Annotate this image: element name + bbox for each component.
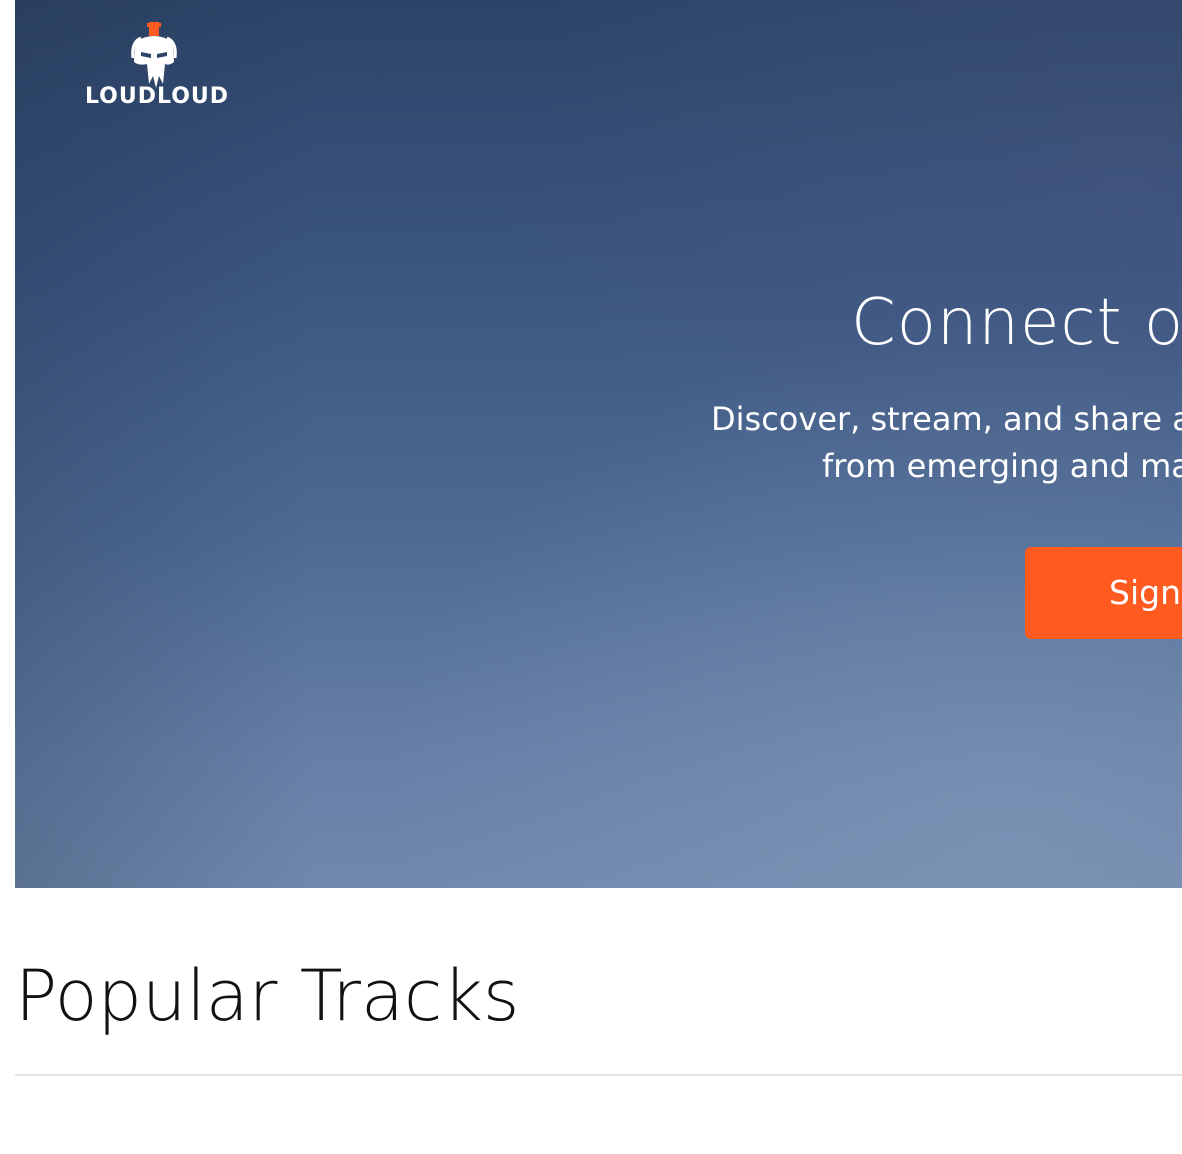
section-title: Popular Tracks (15, 955, 520, 1037)
site-logo[interactable]: LOUDLOUD (77, 20, 237, 112)
hero-banner: LOUDLOUD Connect o Discover, stream, and… (15, 0, 1182, 888)
section-divider (15, 1074, 1182, 1076)
hero-subtitle-line-1: Discover, stream, and share a (711, 400, 1182, 438)
hero-shade (15, 0, 315, 888)
hero-title: Connect o (851, 286, 1182, 360)
spartan-helmet-icon (131, 22, 177, 88)
hero-subtitle-line-2: from emerging and ma (822, 447, 1182, 485)
signup-button[interactable]: Sign (1025, 547, 1182, 639)
hero-subtitle: Discover, stream, and share a from emerg… (711, 396, 1182, 490)
logo-text: LOUDLOUD (84, 84, 230, 109)
